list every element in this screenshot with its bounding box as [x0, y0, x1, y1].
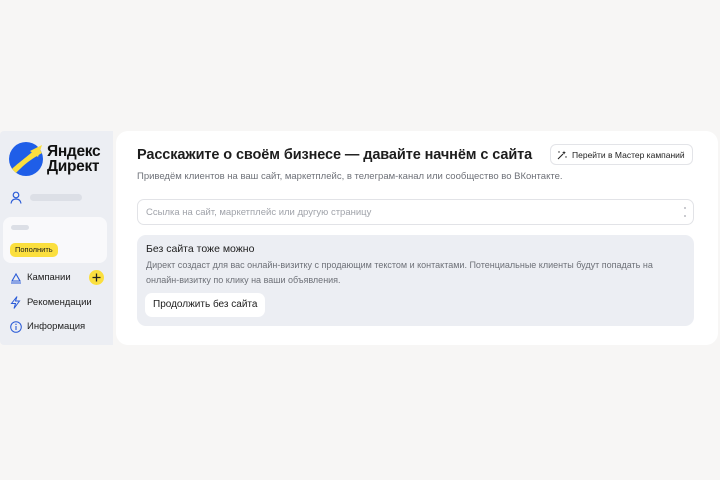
- magic-wand-icon: [557, 150, 567, 159]
- sidebar-item-info[interactable]: Информация: [9, 320, 85, 333]
- sidebar-item-recommendations[interactable]: Рекомендации: [9, 296, 92, 309]
- plus-icon: [92, 273, 101, 282]
- page-subtitle: Приведём клиентов на ваш сайт, маркетпле…: [137, 171, 563, 182]
- balance-placeholder: [11, 225, 29, 230]
- logo-line-yandex: Яндекс: [47, 143, 101, 160]
- no-site-title: Без сайта тоже можно: [146, 243, 255, 255]
- no-site-panel: Без сайта тоже можно Директ создаст для …: [137, 235, 694, 326]
- logo-text: Яндекс Директ: [47, 143, 101, 175]
- info-icon: [9, 320, 22, 333]
- site-url-field[interactable]: [137, 199, 694, 225]
- topup-button[interactable]: Пополнить: [10, 243, 58, 257]
- wizard-button-label: Перейти в Мастер кампаний: [572, 149, 685, 160]
- campaigns-icon: [9, 271, 22, 284]
- balance-card: Пополнить: [3, 217, 107, 263]
- input-resize-handle-icon: [684, 207, 688, 217]
- username-placeholder: [30, 194, 82, 201]
- site-url-input[interactable]: [146, 200, 666, 224]
- direct-logo-icon: [9, 142, 43, 176]
- sidebar-item-label: Кампании: [27, 272, 71, 283]
- lightning-icon: [9, 296, 22, 309]
- yandex-direct-logo[interactable]: Яндекс Директ: [8, 140, 108, 178]
- user-account[interactable]: [10, 191, 82, 204]
- sidebar-item-label: Информация: [27, 321, 86, 332]
- onboarding-card: Расскажите о своём бизнесе — давайте нач…: [116, 131, 718, 345]
- sidebar-item-label: Рекомендации: [27, 297, 92, 308]
- campaign-wizard-button[interactable]: Перейти в Мастер кампаний: [550, 144, 693, 165]
- continue-without-site-button[interactable]: Продолжить без сайта: [145, 293, 266, 317]
- user-icon: [10, 191, 22, 204]
- sidebar: Яндекс Директ Пополнить Кампании Рекомен…: [0, 131, 113, 345]
- sidebar-item-campaigns[interactable]: Кампании: [9, 271, 71, 284]
- no-site-description: Директ создаст для вас онлайн-визитку с …: [146, 260, 653, 285]
- page-title: Расскажите о своём бизнесе — давайте нач…: [137, 147, 533, 163]
- app-window: Яндекс Директ Пополнить Кампании Рекомен…: [0, 131, 718, 345]
- logo-line-direct: Директ: [47, 158, 100, 175]
- add-campaign-button[interactable]: [89, 270, 104, 285]
